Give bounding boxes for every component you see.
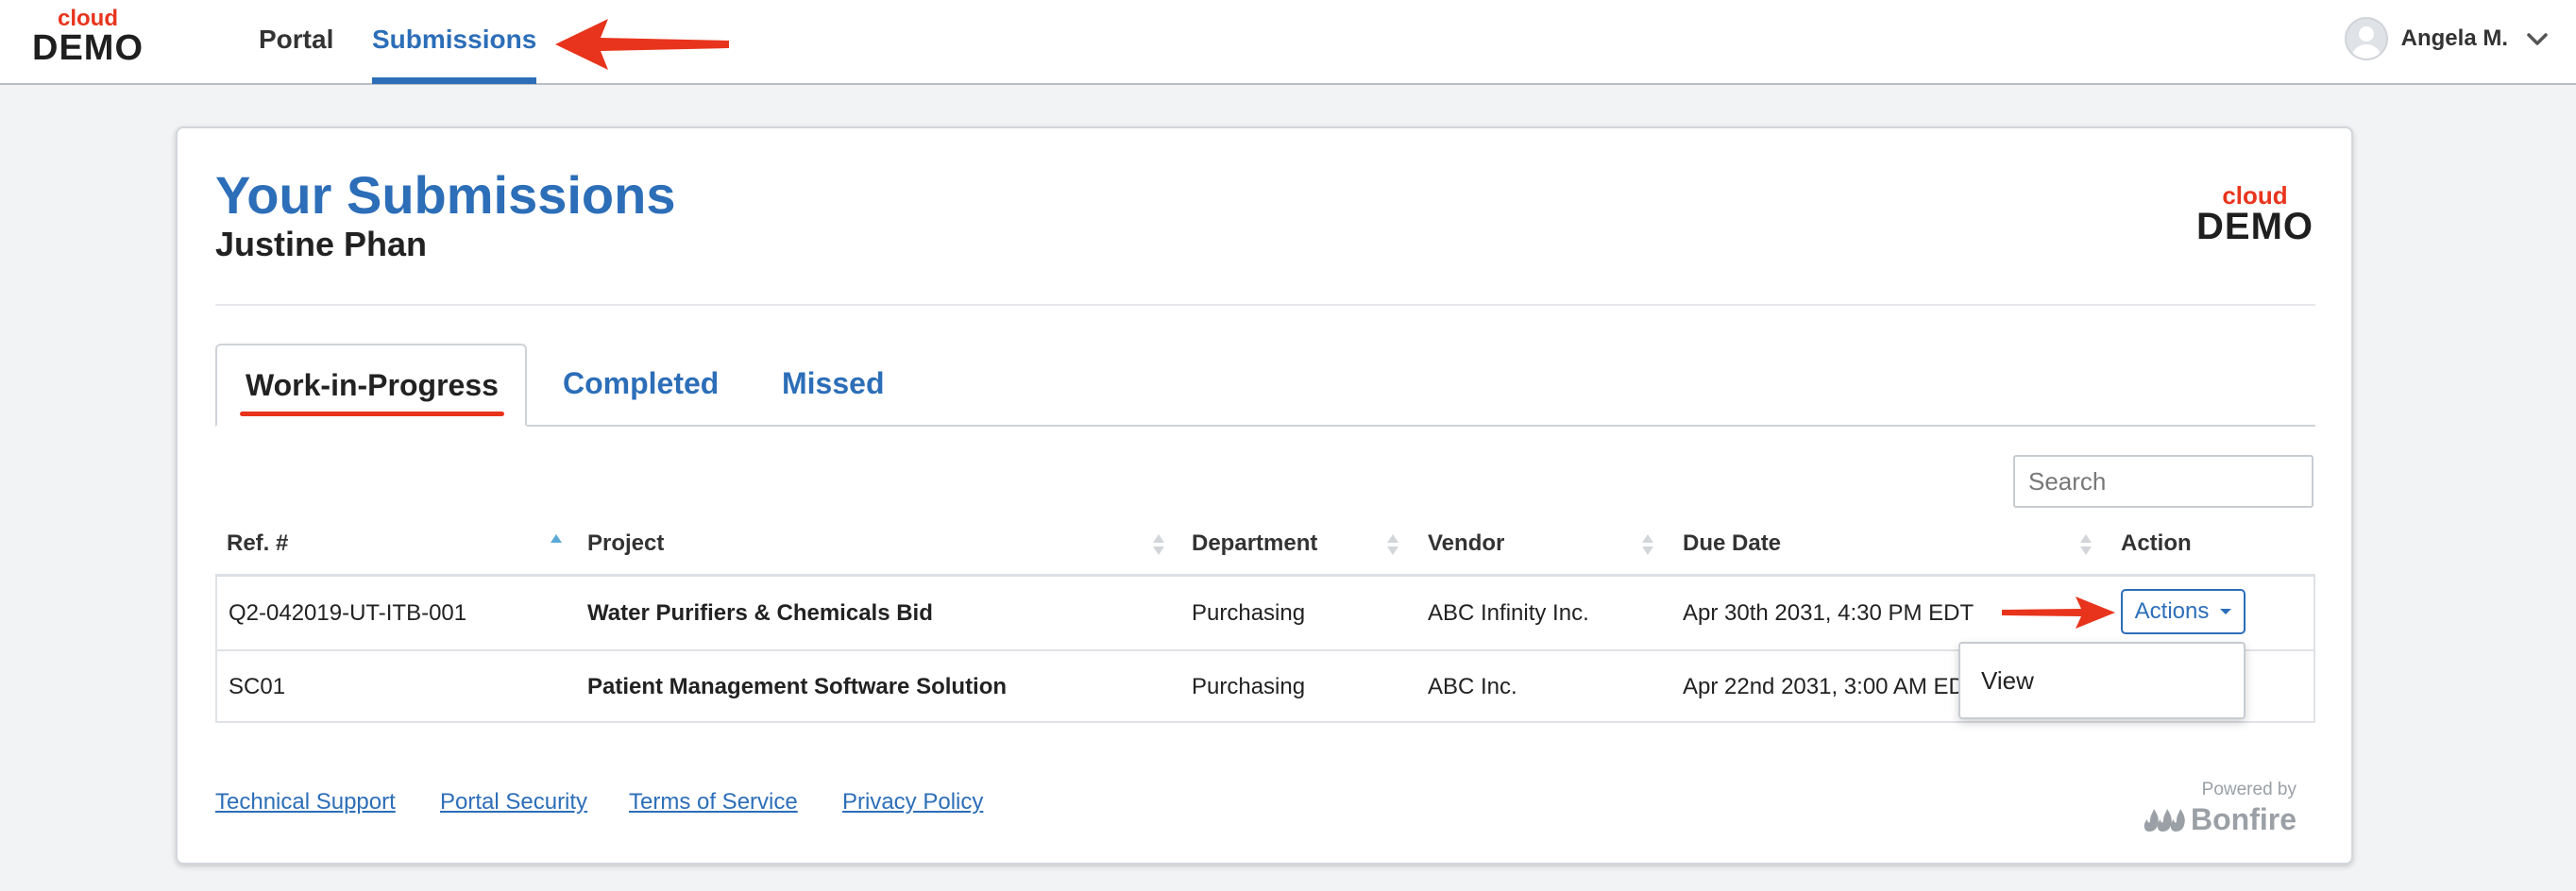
tab-missed[interactable]: Missed bbox=[782, 366, 884, 401]
user-name: Angela M. bbox=[2400, 25, 2508, 51]
footer-link-terms-of-service[interactable]: Terms of Service bbox=[629, 789, 798, 815]
tab-work-in-progress[interactable]: Work-in-Progress bbox=[215, 344, 527, 427]
actions-button[interactable]: Actions bbox=[2121, 589, 2246, 634]
cell-project: Patient Management Software Solution bbox=[587, 674, 1008, 699]
cloud-demo-logo[interactable]: cloud DEMO bbox=[32, 6, 144, 68]
powered-by-text: Powered by bbox=[2201, 780, 2296, 799]
sort-icon[interactable] bbox=[1641, 532, 1654, 557]
bonfire-wordmark: Bonfire bbox=[2191, 802, 2296, 836]
nav-portal[interactable]: Portal bbox=[259, 25, 333, 55]
cell-project: Water Purifiers & Chemicals Bid bbox=[587, 600, 933, 626]
cell-due-date: Apr 30th 2031, 4:30 PM EDT bbox=[1683, 600, 1974, 626]
sort-asc-icon[interactable] bbox=[550, 532, 563, 557]
sort-icon[interactable] bbox=[1386, 532, 1399, 557]
cell-ref: SC01 bbox=[229, 674, 286, 699]
column-header-due-date[interactable]: Due Date bbox=[1683, 530, 1781, 557]
page-subtitle: Justine Phan bbox=[215, 225, 428, 263]
cell-ref: Q2-042019-UT-ITB-001 bbox=[229, 600, 467, 626]
logo-cloud-text: cloud bbox=[58, 6, 118, 31]
column-header-ref[interactable]: Ref. # bbox=[227, 530, 288, 557]
tab-label: Work-in-Progress bbox=[246, 368, 499, 402]
menu-item-view[interactable]: View bbox=[1981, 666, 2034, 696]
submissions-card: Your Submissions Justine Phan cloud DEMO… bbox=[176, 126, 2353, 865]
cell-department: Purchasing bbox=[1192, 600, 1306, 626]
column-header-action: Action bbox=[2121, 530, 2192, 556]
actions-button-label: Actions bbox=[2134, 598, 2210, 624]
footer-link-portal-security[interactable]: Portal Security bbox=[440, 789, 587, 815]
bonfire-logo-icon bbox=[2144, 808, 2185, 832]
nav-active-indicator bbox=[372, 77, 536, 84]
tabs-baseline bbox=[215, 425, 2315, 427]
bonfire-logo: Bonfire bbox=[2142, 802, 2296, 837]
user-menu[interactable]: Angela M. bbox=[2344, 17, 2550, 60]
annotation-arrow-icon bbox=[2002, 597, 2115, 629]
search-input[interactable] bbox=[2013, 455, 2313, 508]
tab-completed[interactable]: Completed bbox=[563, 366, 719, 401]
nav-submissions[interactable]: Submissions bbox=[372, 25, 536, 55]
annotation-arrow-icon bbox=[555, 19, 729, 70]
caret-down-icon bbox=[2220, 609, 2232, 614]
cell-vendor: ABC Inc. bbox=[1428, 674, 1517, 699]
chevron-down-icon bbox=[2527, 33, 2548, 45]
column-header-vendor[interactable]: Vendor bbox=[1428, 530, 1504, 557]
top-navigation-bar: cloud DEMO Portal Submissions Angela M. bbox=[0, 0, 2576, 85]
cloud-demo-card-logo: cloud DEMO bbox=[2196, 183, 2313, 245]
column-header-department[interactable]: Department bbox=[1192, 530, 1317, 557]
logo-demo-text: DEMO bbox=[2196, 206, 2313, 247]
footer-link-privacy-policy[interactable]: Privacy Policy bbox=[842, 789, 983, 815]
footer-link-technical-support[interactable]: Technical Support bbox=[215, 789, 396, 815]
logo-cloud-text: cloud bbox=[2222, 181, 2288, 210]
avatar-icon bbox=[2344, 17, 2388, 60]
powered-by-bonfire: Powered by Bonfire bbox=[2142, 780, 2296, 837]
page-title: Your Submissions bbox=[215, 165, 676, 225]
actions-dropdown-menu: View bbox=[1958, 642, 2246, 719]
cell-due-date: Apr 22nd 2031, 3:00 AM EDT bbox=[1683, 674, 1979, 699]
logo-demo-text: DEMO bbox=[32, 28, 144, 68]
column-header-project[interactable]: Project bbox=[587, 530, 664, 557]
sort-icon[interactable] bbox=[1152, 532, 1165, 557]
sort-icon[interactable] bbox=[2079, 532, 2093, 557]
divider bbox=[215, 304, 2315, 306]
annotation-underline bbox=[240, 412, 504, 416]
cell-department: Purchasing bbox=[1192, 674, 1306, 699]
cell-vendor: ABC Infinity Inc. bbox=[1428, 600, 1589, 626]
